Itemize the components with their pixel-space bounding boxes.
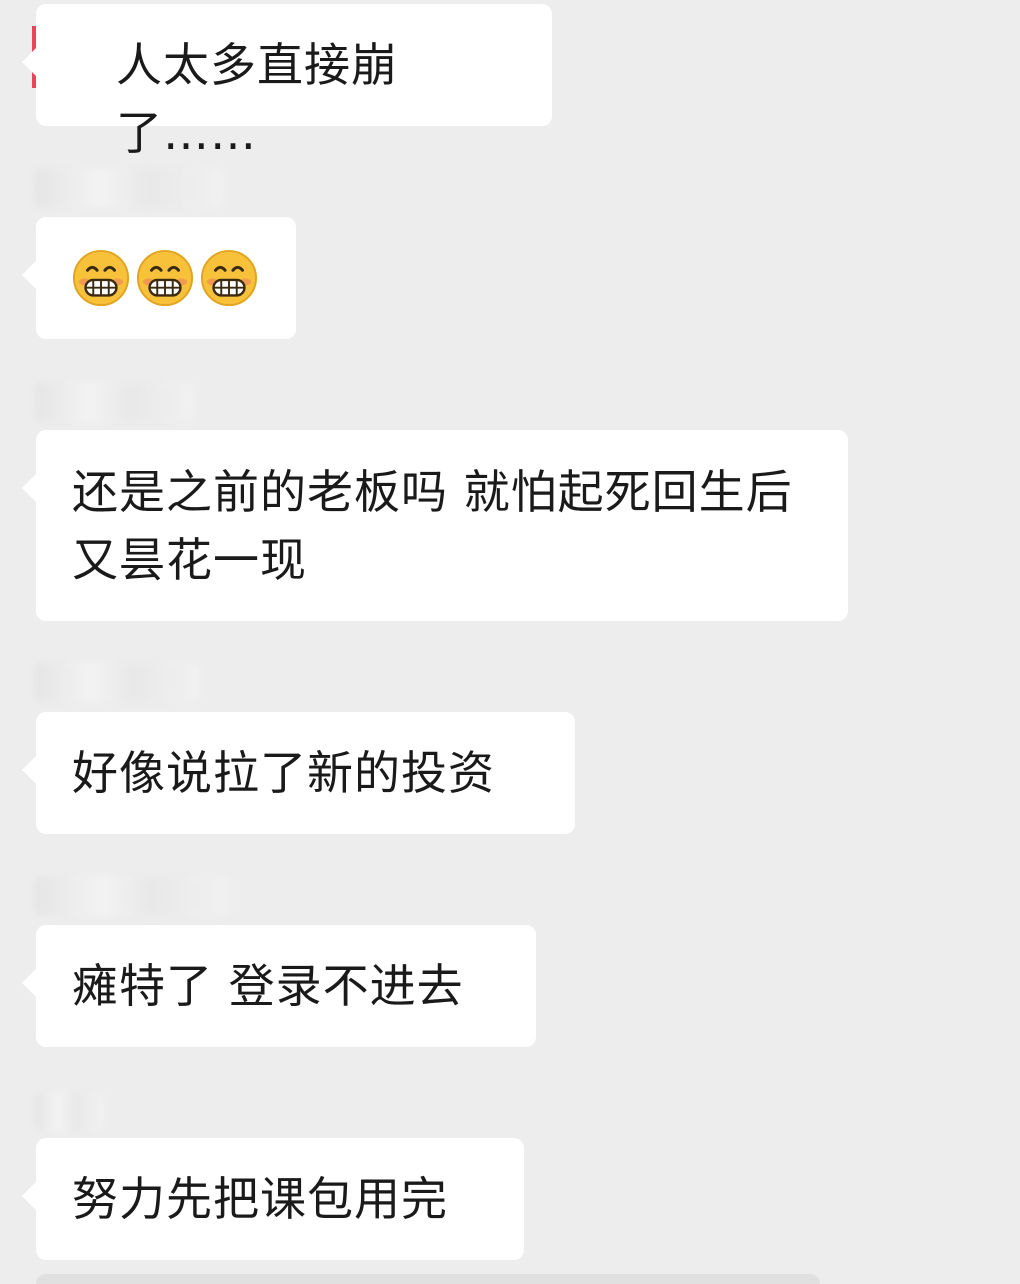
next-message-edge: [36, 1274, 820, 1284]
grinning-face-icon: [200, 249, 258, 307]
chat-window: 人太多直接崩了…… 还是之前的老板吗 就怕起死回生后又昙花一现 好像说拉了新的投…: [0, 0, 1020, 1284]
sender-name-blurred: [34, 168, 224, 208]
message-bubble[interactable]: [22, 217, 296, 339]
message-bubble[interactable]: 瘫特了 登录不进去: [22, 925, 536, 1047]
message-bubble[interactable]: 努力先把课包用完: [22, 1138, 524, 1260]
message-bubble[interactable]: 人太多直接崩了……: [22, 4, 552, 160]
message-text: 努力先把课包用完: [72, 1172, 448, 1226]
message-text: 人太多直接崩了……: [116, 38, 398, 160]
sender-name-blurred: [34, 662, 199, 702]
message-bubble[interactable]: 好像说拉了新的投资: [22, 712, 575, 834]
message-text: 好像说拉了新的投资: [72, 746, 495, 800]
emoji-row: [72, 217, 260, 339]
sender-name-blurred: [34, 876, 229, 916]
message-bubble[interactable]: 还是之前的老板吗 就怕起死回生后又昙花一现: [22, 430, 848, 621]
grinning-face-icon: [72, 249, 130, 307]
sender-name-blurred: [34, 1092, 104, 1132]
message-text: 瘫特了 登录不进去: [72, 959, 464, 1013]
sender-name-blurred: [34, 382, 194, 422]
grinning-face-icon: [136, 249, 194, 307]
message-text: 还是之前的老板吗 就怕起死回生后又昙花一现: [72, 465, 793, 587]
